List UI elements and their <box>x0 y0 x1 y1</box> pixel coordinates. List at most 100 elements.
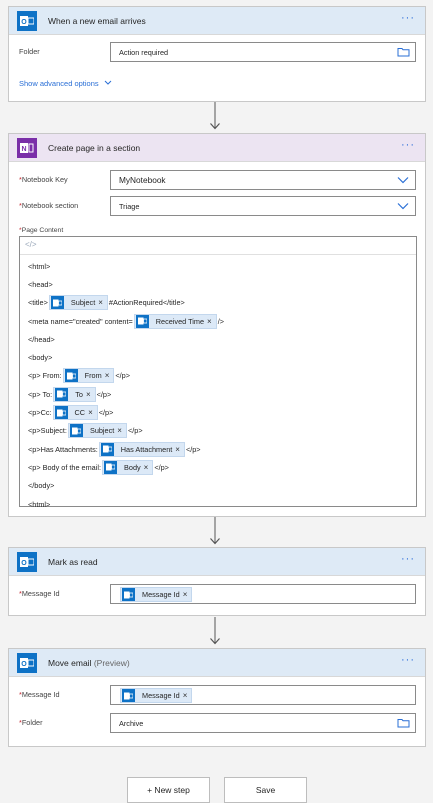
outlook-icon <box>100 442 114 456</box>
outlook-icon: O <box>17 552 37 572</box>
remove-token-icon[interactable]: × <box>105 371 114 380</box>
remove-token-icon[interactable]: × <box>98 298 107 307</box>
outlook-icon <box>55 387 69 401</box>
remove-token-icon[interactable]: × <box>183 590 192 599</box>
editor-line: <meta name="created" content= Received T… <box>28 312 412 330</box>
svg-text:O: O <box>21 661 27 668</box>
notebook-section-dropdown[interactable]: Triage <box>110 196 416 216</box>
folder-icon[interactable] <box>397 718 410 730</box>
remove-token-icon[interactable]: × <box>175 445 184 454</box>
editor-line: <p> To: To × </p> <box>28 385 412 403</box>
editor-line: <head> <box>28 279 53 289</box>
editor-lines[interactable]: <html> <head> <title> Subject × #ActionRe… <box>28 257 412 513</box>
arrow-down-icon <box>210 102 220 130</box>
ellipsis-icon[interactable]: ··· <box>401 554 415 565</box>
message-id-field[interactable]: Message Id × <box>110 685 416 705</box>
to-token[interactable]: To × <box>53 386 96 402</box>
received-time-token[interactable]: Received Time × <box>133 313 217 329</box>
notebook-key-label: *Notebook Key <box>19 175 68 184</box>
editor-line: <p>Subject: Subject × </p> <box>28 422 412 440</box>
onenote-icon: N <box>17 138 37 158</box>
remove-token-icon[interactable]: × <box>88 408 97 417</box>
arrow-down-icon <box>210 617 220 645</box>
chevron-down-icon <box>397 203 409 210</box>
svg-text:O: O <box>21 560 27 567</box>
message-id-field[interactable]: Message Id × <box>110 584 416 604</box>
folder-field[interactable]: Archive <box>110 713 416 733</box>
arrow-down-icon <box>210 517 220 545</box>
advanced-link-label: Show advanced options <box>19 79 99 88</box>
editor-line: <p>Cc: CC × </p> <box>28 403 412 421</box>
editor-line: <p> From: From × </p> <box>28 367 412 385</box>
trigger-title: When a new email arrives <box>48 16 146 26</box>
from-token[interactable]: From × <box>62 368 115 384</box>
folder-value: Archive <box>119 719 144 728</box>
editor-line: <html> <box>28 499 51 509</box>
remove-token-icon[interactable]: × <box>117 426 126 435</box>
new-step-button[interactable]: + New step <box>127 777 210 803</box>
subject-token[interactable]: Subject × <box>48 295 108 311</box>
outlook-icon <box>122 689 135 702</box>
body-token[interactable]: Body × <box>102 459 154 475</box>
folder-label: *Folder <box>19 718 43 727</box>
show-advanced-options-link[interactable]: Show advanced options <box>19 79 112 88</box>
code-view-icon[interactable]: </> <box>25 240 37 249</box>
ellipsis-icon[interactable]: ··· <box>401 140 415 151</box>
editor-line: <html> <box>28 261 51 271</box>
editor-line: <body> <box>28 353 53 363</box>
mark-read-title: Mark as read <box>48 557 98 567</box>
save-button[interactable]: Save <box>224 777 307 803</box>
ellipsis-icon[interactable]: ··· <box>401 655 415 666</box>
outlook-icon <box>104 460 118 474</box>
subject-token[interactable]: Subject × <box>67 423 127 439</box>
editor-line: </head> <box>28 334 55 344</box>
folder-field[interactable]: Action required <box>110 42 416 62</box>
notebook-section-label: *Notebook section <box>19 201 79 210</box>
message-id-token[interactable]: Message Id × <box>120 587 193 602</box>
chevron-down-icon <box>397 177 409 184</box>
remove-token-icon[interactable]: × <box>144 463 153 472</box>
message-id-label: *Message Id <box>19 589 60 598</box>
editor-line: <p> Body of the email: Body × </p> <box>28 458 412 476</box>
message-id-label: *Message Id <box>19 690 60 699</box>
outlook-icon: O <box>17 11 37 31</box>
folder-label: Folder <box>19 47 40 56</box>
notebook-key-dropdown[interactable]: MyNotebook <box>110 170 416 190</box>
remove-token-icon[interactable]: × <box>86 390 95 399</box>
move-email-card-header[interactable]: O Move email (Preview) ··· <box>9 649 425 677</box>
outlook-icon <box>122 588 135 601</box>
notebook-key-value: MyNotebook <box>119 175 166 185</box>
editor-toolbar: </> <box>20 237 416 255</box>
svg-text:N: N <box>21 146 26 153</box>
trigger-card-header[interactable]: O When a new email arrives ··· <box>9 7 425 35</box>
notebook-section-value: Triage <box>119 202 140 211</box>
outlook-icon <box>54 406 68 420</box>
has-attachment-token[interactable]: Has Attachment × <box>98 441 185 457</box>
editor-line: <title> Subject × #ActionRequired</title> <box>28 294 412 312</box>
editor-line: <p>Has Attachments: Has Attachment × </p> <box>28 440 412 458</box>
page-content-editor[interactable]: </> <html> <head> <title> Subject × #Acti… <box>19 236 417 509</box>
trigger-card: O When a new email arrives ··· Folder Ac… <box>8 6 426 102</box>
outlook-icon <box>69 424 83 438</box>
editor-line: </body> <box>28 481 55 491</box>
page-content-label: *Page Content <box>19 227 64 234</box>
svg-text:O: O <box>21 19 27 26</box>
mark-read-card-header[interactable]: O Mark as read ··· <box>9 548 425 576</box>
onenote-card-header[interactable]: N Create page in a section ··· <box>9 134 425 162</box>
move-email-title: Move email (Preview) <box>48 658 130 668</box>
move-email-card: O Move email (Preview) ··· *Message Id M… <box>8 648 426 747</box>
remove-token-icon[interactable]: × <box>207 317 216 326</box>
folder-icon[interactable] <box>397 47 410 59</box>
remove-token-icon[interactable]: × <box>183 691 192 700</box>
onenote-title: Create page in a section <box>48 143 141 153</box>
cc-token[interactable]: CC × <box>52 405 98 421</box>
outlook-icon: O <box>17 653 37 673</box>
outlook-icon <box>50 296 64 310</box>
message-id-token[interactable]: Message Id × <box>120 688 193 703</box>
chevron-down-icon <box>104 80 112 85</box>
ellipsis-icon[interactable]: ··· <box>401 13 415 24</box>
outlook-icon <box>64 369 78 383</box>
outlook-icon <box>135 314 149 328</box>
folder-value: Action required <box>119 48 169 57</box>
preview-tag: (Preview) <box>93 658 130 668</box>
